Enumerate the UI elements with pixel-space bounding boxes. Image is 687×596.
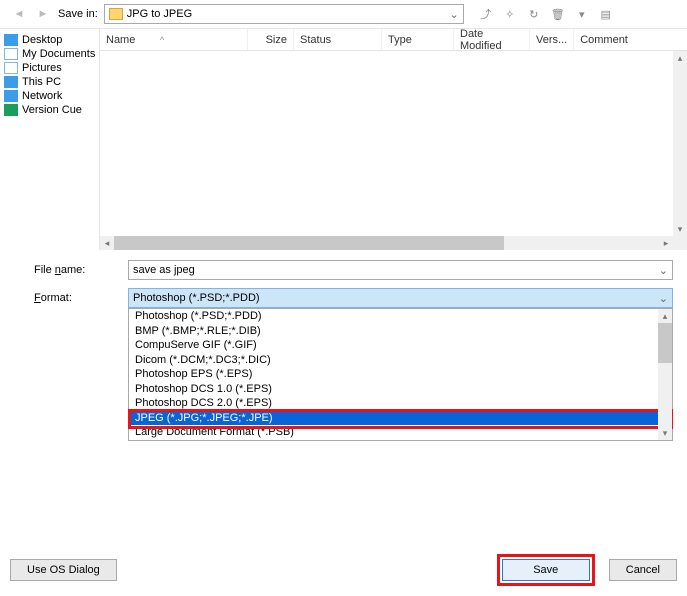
save-in-value: JPG to JPEG <box>127 8 192 20</box>
back-icon[interactable]: ◄ <box>10 5 28 23</box>
chevron-down-icon: ⌄ <box>450 8 459 21</box>
view-icon[interactable]: ▤ <box>598 6 614 22</box>
col-status[interactable]: Status <box>294 29 382 50</box>
versioncue-icon <box>4 104 18 116</box>
scroll-down-icon[interactable]: ▾ <box>673 222 687 236</box>
save-in-label: Save in: <box>58 8 98 20</box>
new-folder-icon[interactable]: ✧ <box>502 6 518 22</box>
scroll-thumb[interactable] <box>658 323 672 363</box>
sidebar-item-thispc[interactable]: This PC <box>2 75 97 89</box>
format-option[interactable]: CompuServe GIF (*.GIF) <box>129 338 672 353</box>
format-option[interactable]: BMP (*.BMP;*.RLE;*.DIB) <box>129 324 672 339</box>
scroll-down-icon[interactable]: ▾ <box>658 426 672 440</box>
forward-icon[interactable]: ► <box>34 5 52 23</box>
sidebar-item-desktop[interactable]: Desktop <box>2 33 97 47</box>
filename-label: File name: <box>34 264 128 276</box>
format-option-jpeg[interactable]: JPEG (*.JPG;*.JPEG;*.JPE) <box>129 411 672 426</box>
delete-icon[interactable]: 🗑 <box>550 6 566 22</box>
highlight-box: Save <box>497 554 595 586</box>
sidebar-item-network[interactable]: Network <box>2 89 97 103</box>
horizontal-scrollbar[interactable]: ◂▸ <box>100 236 687 250</box>
scroll-up-icon[interactable]: ▴ <box>658 309 672 323</box>
format-dropdown-list[interactable]: Photoshop (*.PSD;*.PDD) BMP (*.BMP;*.RLE… <box>128 308 673 441</box>
format-option[interactable]: Photoshop EPS (*.EPS) <box>129 367 672 382</box>
save-in-dropdown[interactable]: JPG to JPEG ⌄ <box>104 4 464 24</box>
folder-icon <box>109 8 123 20</box>
format-option[interactable]: Dicom (*.DCM;*.DC3;*.DIC) <box>129 353 672 368</box>
file-list[interactable] <box>100 51 687 236</box>
col-name[interactable]: Name^ <box>100 29 248 50</box>
dropdown-scrollbar[interactable]: ▴▾ <box>658 309 672 440</box>
documents-icon <box>4 48 18 60</box>
sort-indicator-icon: ^ <box>160 35 164 45</box>
scroll-right-icon[interactable]: ▸ <box>659 236 673 250</box>
up-folder-icon[interactable]: ⤴ <box>478 6 494 22</box>
sidebar-item-pictures[interactable]: Pictures <box>2 61 97 75</box>
file-list-pane: Name^ Size Status Type Date Modified Ver… <box>100 29 687 250</box>
format-option[interactable]: Photoshop (*.PSD;*.PDD) <box>129 309 672 324</box>
filename-input[interactable]: save as jpeg ⌄ <box>128 260 673 280</box>
pictures-icon <box>4 62 18 74</box>
cancel-button[interactable]: Cancel <box>609 559 677 581</box>
use-os-dialog-button[interactable]: Use OS Dialog <box>10 559 117 581</box>
col-size[interactable]: Size <box>248 29 294 50</box>
top-toolbar: ◄ ► Save in: JPG to JPEG ⌄ ⤴ ✧ ↻ 🗑 ▾ ▤ <box>0 0 687 28</box>
col-date[interactable]: Date Modified <box>454 29 530 50</box>
format-option[interactable]: Photoshop DCS 1.0 (*.EPS) <box>129 382 672 397</box>
scroll-thumb[interactable] <box>114 236 504 250</box>
network-icon <box>4 90 18 102</box>
sidebar-item-documents[interactable]: My Documents <box>2 47 97 61</box>
format-label: Format: <box>34 292 128 304</box>
tool-icon[interactable]: ▾ <box>574 6 590 22</box>
chevron-down-icon[interactable]: ⌄ <box>659 264 668 277</box>
chevron-down-icon[interactable]: ⌄ <box>659 292 668 305</box>
column-headers: Name^ Size Status Type Date Modified Ver… <box>100 29 687 51</box>
format-dropdown[interactable]: Photoshop (*.PSD;*.PDD) ⌄ <box>128 288 673 308</box>
save-button[interactable]: Save <box>502 559 590 581</box>
scroll-left-icon[interactable]: ◂ <box>100 236 114 250</box>
refresh-icon[interactable]: ↻ <box>526 6 542 22</box>
scroll-up-icon[interactable]: ▴ <box>673 51 687 65</box>
pc-icon <box>4 76 18 88</box>
col-comment[interactable]: Comment <box>574 29 673 50</box>
sidebar-item-versioncue[interactable]: Version Cue <box>2 103 97 117</box>
col-type[interactable]: Type <box>382 29 454 50</box>
col-version[interactable]: Vers... <box>530 29 574 50</box>
format-option[interactable]: Photoshop DCS 2.0 (*.EPS) <box>129 396 672 411</box>
desktop-icon <box>4 34 18 46</box>
vertical-scrollbar[interactable]: ▴▾ <box>673 51 687 236</box>
places-sidebar: Desktop My Documents Pictures This PC Ne… <box>0 29 100 250</box>
format-option[interactable]: Large Document Format (*.PSB) <box>129 425 672 440</box>
